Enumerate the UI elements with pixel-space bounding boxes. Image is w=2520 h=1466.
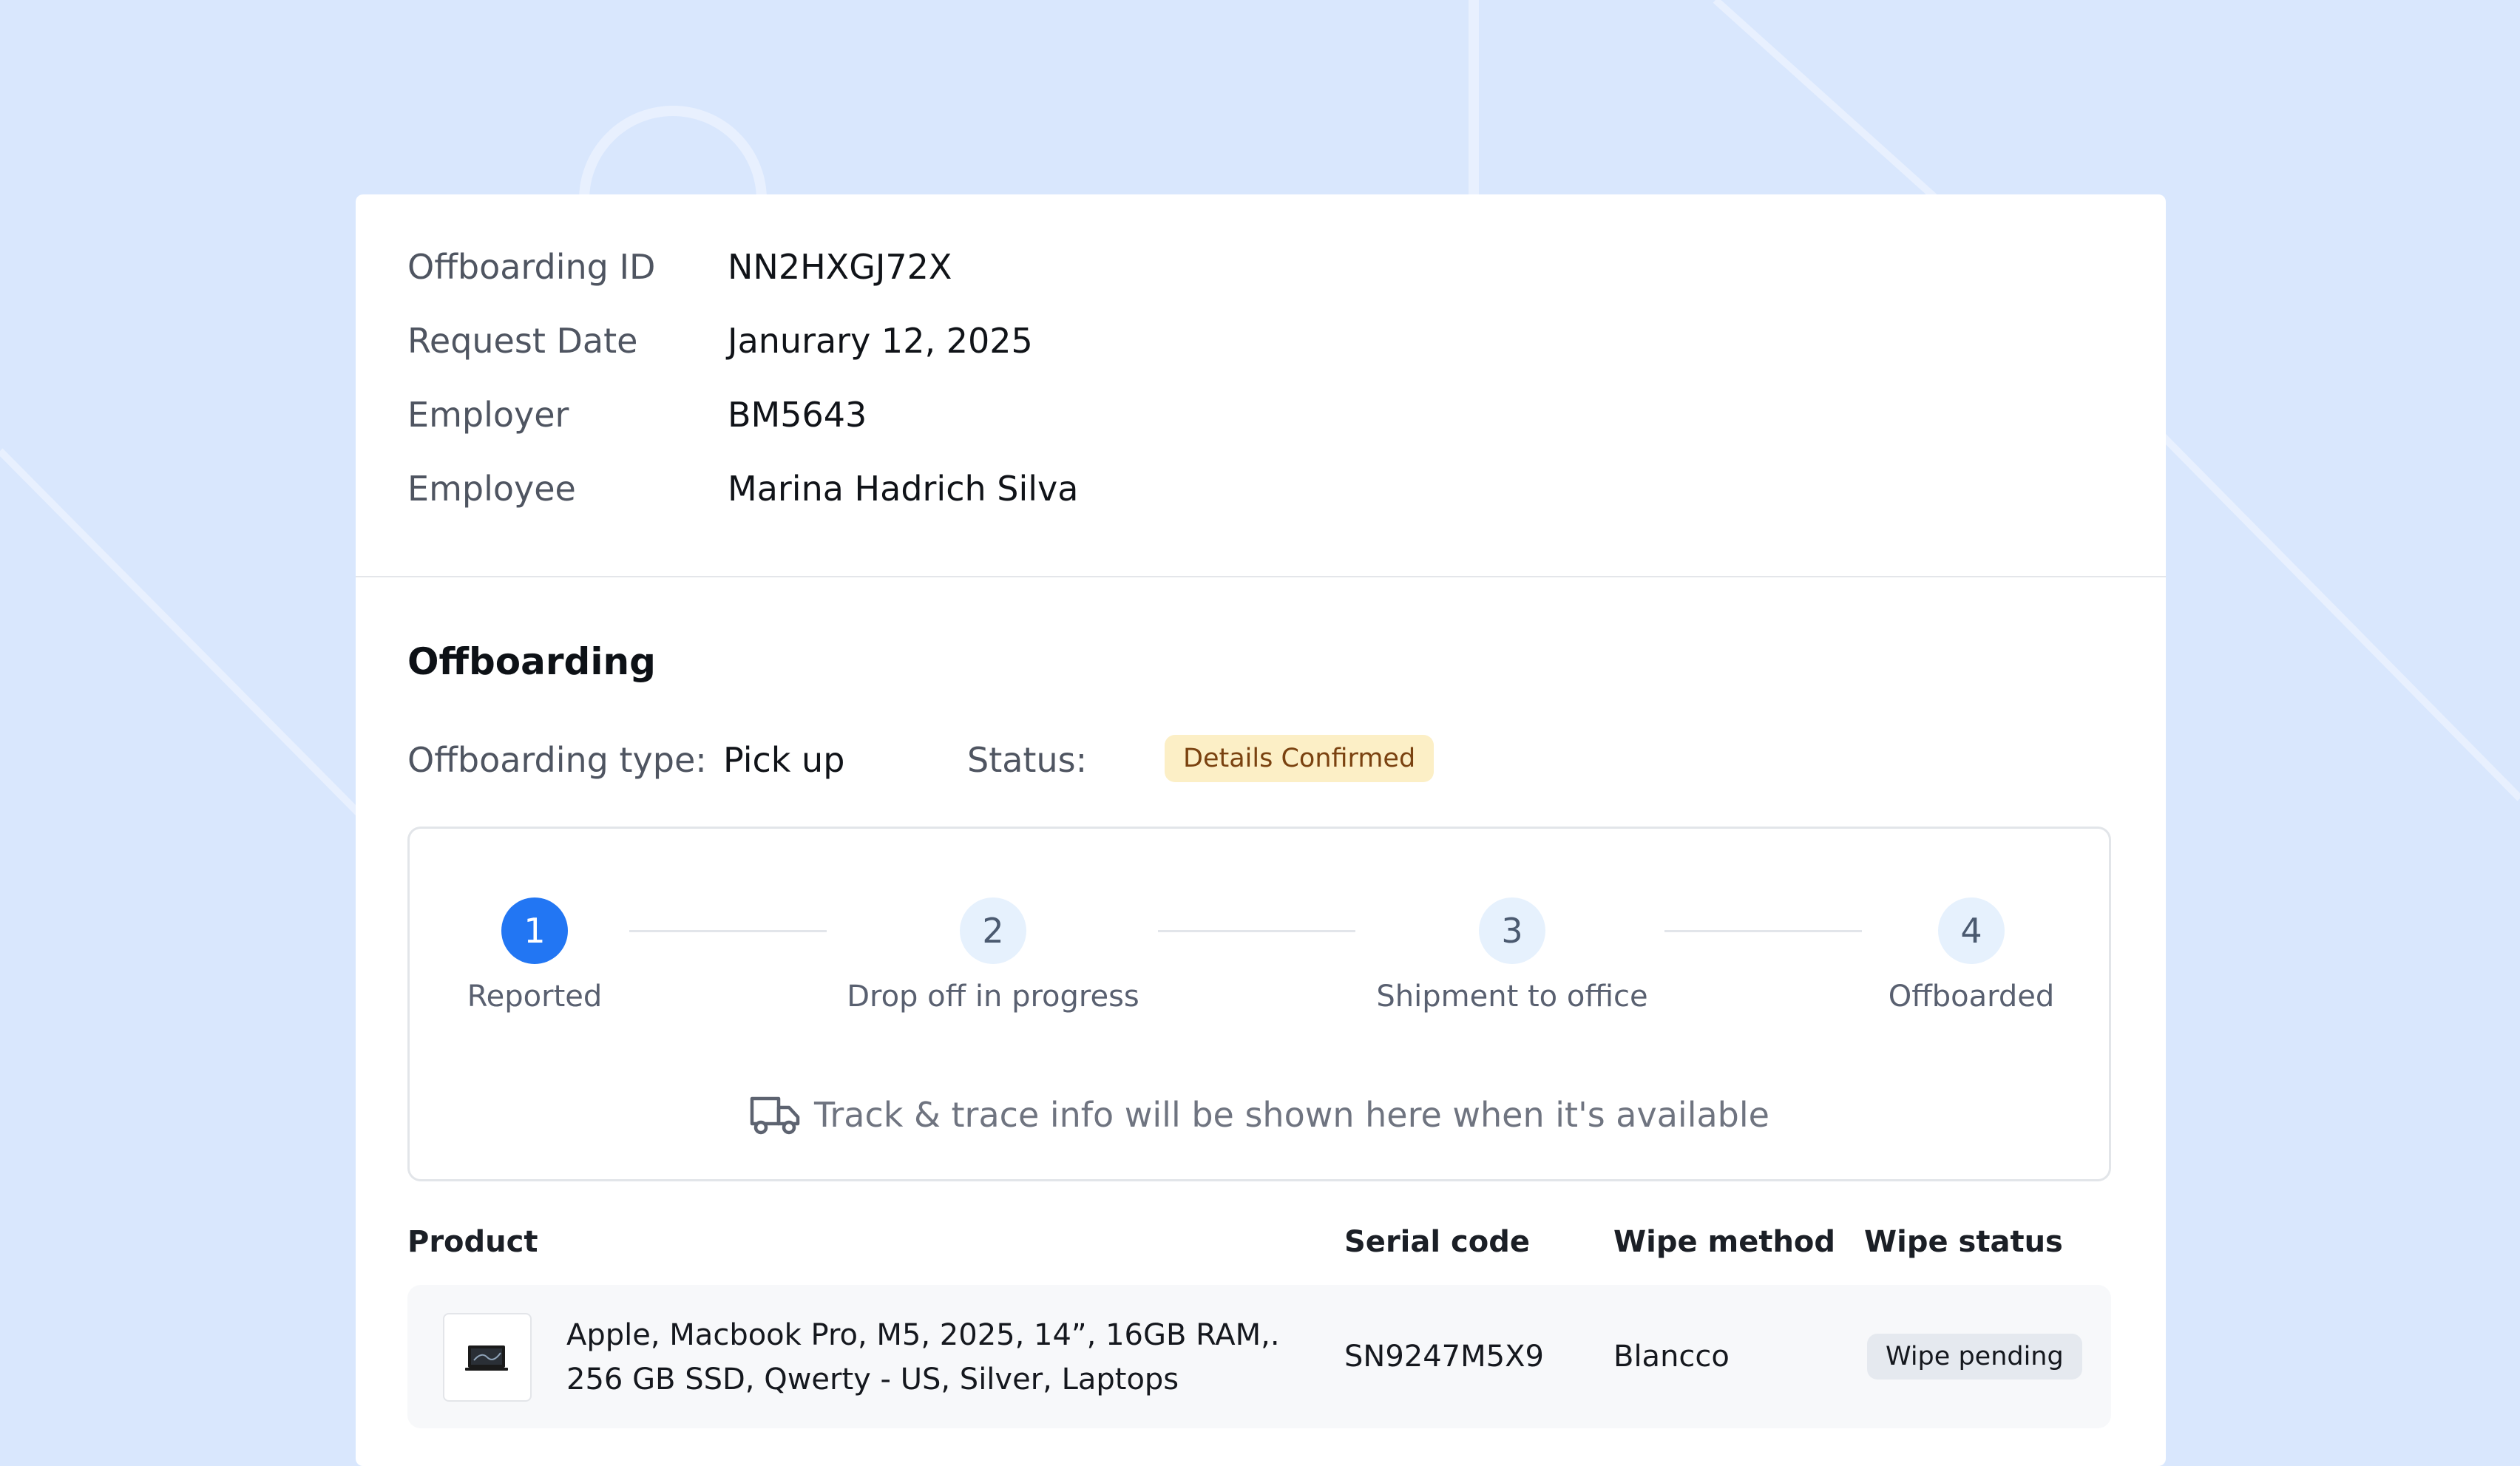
offboarding-details-card: Offboarding ID NN2HXGJ72X Request Date J…	[356, 194, 2166, 1466]
detail-row-employee: Employee Marina Hadrich Silva	[407, 444, 1443, 509]
track-trace-info: Track & trace info will be shown here wh…	[410, 1091, 2109, 1140]
step-3-label: Shipment to office	[1376, 980, 1648, 1014]
wipe-method: Blancco	[1613, 1340, 1730, 1374]
header-product: Product	[407, 1225, 538, 1259]
section-title: Offboarding	[407, 640, 656, 683]
product-thumbnail	[443, 1313, 532, 1402]
table-row[interactable]: Apple, Macbook Pro, M5, 2025, 14”, 16GB …	[407, 1285, 2111, 1428]
step-connector	[1664, 930, 1862, 932]
offboarding-type-value: Pick up	[723, 740, 845, 780]
status-badge: Details Confirmed	[1165, 735, 1435, 782]
detail-value: BM5643	[728, 395, 867, 435]
step-2-label: Drop off in progress	[847, 980, 1139, 1014]
product-name: Apple, Macbook Pro, M5, 2025, 14”, 16GB …	[566, 1318, 1280, 1397]
section-divider	[356, 576, 2166, 577]
detail-label: Request Date	[407, 321, 638, 361]
step-1-indicator: 1	[501, 897, 568, 964]
step-4-indicator: 4	[1938, 897, 2005, 964]
step-1-label: Reported	[467, 980, 603, 1014]
header-wipe-method: Wipe method	[1613, 1225, 1836, 1259]
detail-label: Offboarding ID	[407, 247, 656, 287]
step-connector	[629, 930, 827, 932]
step-4-label: Offboarded	[1888, 980, 2055, 1014]
truck-icon	[750, 1096, 800, 1134]
status-label: Status:	[967, 740, 1088, 780]
step-connector	[1158, 930, 1355, 932]
detail-value: NN2HXGJ72X	[728, 247, 952, 287]
detail-value: Janurary 12, 2025	[728, 321, 1033, 361]
offboarding-type-label: Offboarding type:	[407, 740, 707, 780]
offboarding-type-status-row: Offboarding type: Pick up Status: Detail…	[407, 735, 1738, 784]
detail-label: Employer	[407, 395, 569, 435]
wipe-status-badge: Wipe pending	[1867, 1334, 2082, 1380]
step-3-indicator: 3	[1479, 897, 1545, 964]
detail-value: Marina Hadrich Silva	[728, 469, 1079, 509]
header-wipe-status: Wipe status	[1864, 1225, 2063, 1259]
progress-tracker: 1 Reported 2 Drop off in progress 3 Ship…	[407, 827, 2111, 1181]
serial-code: SN9247M5X9	[1344, 1340, 1544, 1374]
product-table-header: Product Serial code Wipe method Wipe sta…	[407, 1220, 2111, 1264]
track-trace-text: Track & trace info will be shown here wh…	[814, 1095, 1769, 1135]
detail-label: Employee	[407, 469, 576, 509]
laptop-icon	[465, 1345, 508, 1371]
header-serial-code: Serial code	[1344, 1225, 1530, 1259]
step-2-indicator: 2	[960, 897, 1026, 964]
